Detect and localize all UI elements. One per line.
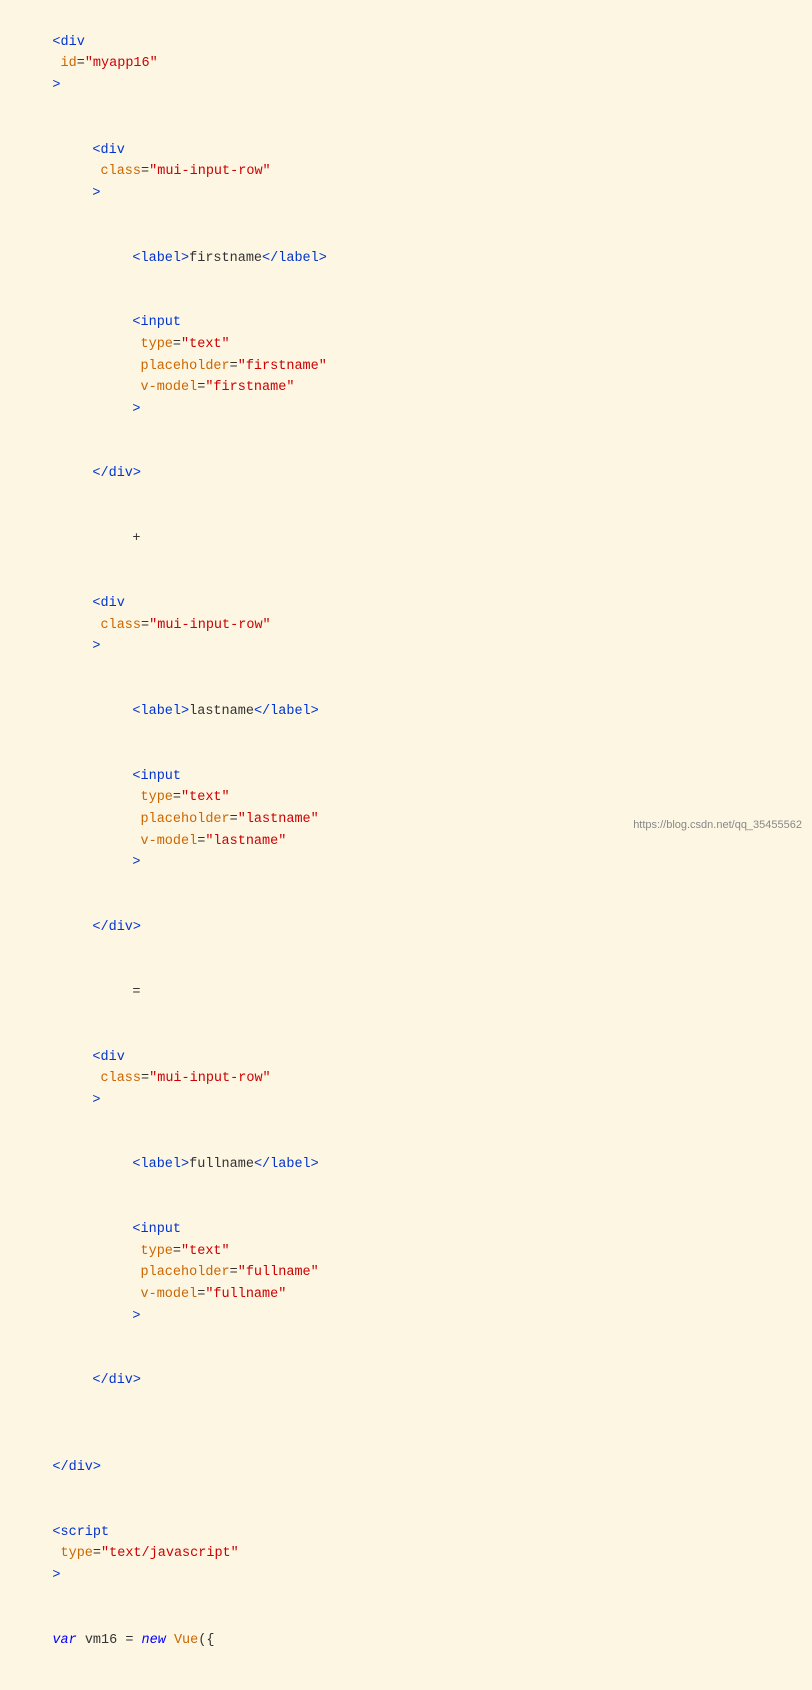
line-el: el:"#myapp16", — [20, 1673, 792, 1690]
line-6: + — [20, 507, 792, 572]
line-5: </div> — [20, 442, 792, 507]
url-bar: https://blog.csdn.net/qq_35455562 — [633, 817, 802, 835]
line-14: <input type="text" placeholder="fullname… — [20, 1198, 792, 1349]
line-close-div: </div> — [20, 1435, 792, 1500]
line-1: <div id="myapp16" > — [20, 10, 792, 118]
line-7: <div class="mui-input-row" > — [20, 571, 792, 679]
line-10: </div> — [20, 895, 792, 960]
line-8: <label>lastname</label> — [20, 679, 792, 744]
line-11: = — [20, 960, 792, 1025]
line-4: <input type="text" placeholder="firstnam… — [20, 291, 792, 442]
line-2: <div class="mui-input-row" > — [20, 118, 792, 226]
attr-name: id — [52, 56, 76, 71]
code-area: <div id="myapp16" > <div class="mui-inpu… — [0, 0, 812, 1690]
line-script-open: <script type="text/javascript" > — [20, 1500, 792, 1608]
line-var: var vm16 = new Vue({ — [20, 1608, 792, 1673]
tag: <div — [52, 35, 84, 50]
blank-line — [20, 1414, 792, 1436]
line-12: <div class="mui-input-row" > — [20, 1025, 792, 1133]
line-3: <label>firstname</label> — [20, 226, 792, 291]
line-13: <label>fullname</label> — [20, 1133, 792, 1198]
line-15: </div> — [20, 1349, 792, 1414]
url-text: https://blog.csdn.net/qq_35455562 — [633, 819, 802, 831]
